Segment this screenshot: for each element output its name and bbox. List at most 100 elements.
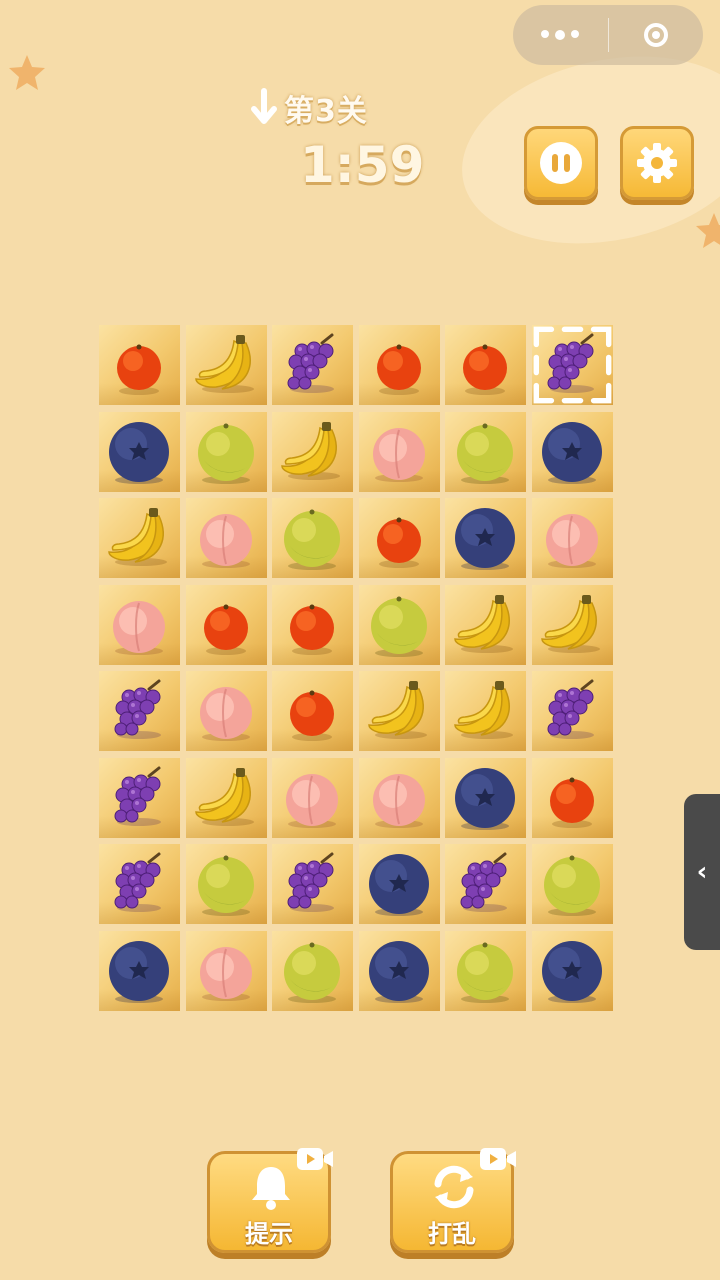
fruit-tile-peach[interactable] xyxy=(359,412,440,492)
hint-label: 提示 xyxy=(245,1220,293,1248)
orange-icon xyxy=(463,344,507,395)
fruit-tile-orange[interactable] xyxy=(359,325,440,405)
miniprogram-capsule xyxy=(513,5,703,65)
fruit-tile-orange[interactable] xyxy=(532,758,613,838)
fruit-tile-banana[interactable] xyxy=(99,498,180,578)
fruit-tile-peach[interactable] xyxy=(272,758,353,838)
fruit-tile-lime[interactable] xyxy=(186,412,267,492)
orange-icon xyxy=(377,344,421,395)
orange-icon xyxy=(290,604,334,655)
fruit-tile-grape[interactable] xyxy=(99,758,180,838)
fruit-tile-banana[interactable] xyxy=(445,585,526,665)
lime-icon xyxy=(544,855,600,916)
fruit-tile-banana[interactable] xyxy=(445,671,526,751)
fruit-tile-peach[interactable] xyxy=(99,585,180,665)
countdown-timer: 1:59 xyxy=(300,136,425,194)
blueberry-icon xyxy=(542,422,602,484)
fruit-tile-orange[interactable] xyxy=(272,671,353,751)
fruit-tile-blueberry[interactable] xyxy=(99,412,180,492)
fruit-tile-lime[interactable] xyxy=(445,412,526,492)
fruit-tile-peach[interactable] xyxy=(532,498,613,578)
fruit-tile-orange[interactable] xyxy=(272,585,353,665)
blueberry-icon xyxy=(542,941,602,1003)
fruit-tile-orange[interactable] xyxy=(445,325,526,405)
gear-icon xyxy=(637,143,677,183)
shuffle-label: 打乱 xyxy=(428,1220,476,1248)
fruit-tile-banana[interactable] xyxy=(272,412,353,492)
orange-icon xyxy=(117,344,161,395)
lime-icon xyxy=(284,942,340,1003)
banana-icon xyxy=(541,595,600,653)
grape-icon xyxy=(547,679,594,739)
fruit-tile-grape[interactable] xyxy=(445,844,526,924)
fruit-board xyxy=(99,325,613,1011)
fruit-tile-grape[interactable] xyxy=(532,671,613,751)
peach-icon xyxy=(200,947,252,1001)
fruit-tile-blueberry[interactable] xyxy=(359,844,440,924)
fruit-tile-peach[interactable] xyxy=(186,671,267,751)
grape-icon xyxy=(114,679,161,739)
banana-icon xyxy=(195,335,254,393)
fruit-tile-grape[interactable] xyxy=(532,325,613,405)
blueberry-icon xyxy=(109,941,169,1003)
orange-icon xyxy=(204,604,248,655)
level-title: 第3关 xyxy=(284,94,368,129)
more-button[interactable] xyxy=(513,5,608,65)
blueberry-icon xyxy=(369,854,429,916)
fruit-tile-banana[interactable] xyxy=(532,585,613,665)
lime-icon xyxy=(198,423,254,484)
fruit-tile-lime[interactable] xyxy=(532,844,613,924)
close-target-icon xyxy=(643,23,668,47)
settings-button[interactable] xyxy=(620,126,694,200)
fruit-tile-grape[interactable] xyxy=(99,671,180,751)
fruit-tile-banana[interactable] xyxy=(186,758,267,838)
hint-button[interactable]: 提示 xyxy=(207,1148,333,1253)
star-decoration-icon xyxy=(9,55,45,90)
chevron-left-icon: ‹ xyxy=(696,857,708,887)
fruit-tile-orange[interactable] xyxy=(186,585,267,665)
grape-icon xyxy=(114,766,161,826)
more-dots-icon xyxy=(541,30,580,40)
blueberry-icon xyxy=(369,941,429,1003)
banana-icon xyxy=(281,422,340,480)
video-ad-icon xyxy=(297,1148,333,1170)
close-miniprogram-button[interactable] xyxy=(609,5,704,65)
fruit-tile-blueberry[interactable] xyxy=(532,412,613,492)
fruit-tile-lime[interactable] xyxy=(359,585,440,665)
fruit-tile-blueberry[interactable] xyxy=(359,931,440,1011)
lime-icon xyxy=(284,509,340,570)
peach-icon xyxy=(373,774,425,828)
fruit-tile-banana[interactable] xyxy=(359,671,440,751)
fruit-tile-grape[interactable] xyxy=(272,325,353,405)
fruit-tile-orange[interactable] xyxy=(359,498,440,578)
fruit-tile-blueberry[interactable] xyxy=(99,931,180,1011)
fruit-tile-lime[interactable] xyxy=(272,498,353,578)
fruit-tile-lime[interactable] xyxy=(445,931,526,1011)
lime-icon xyxy=(457,942,513,1003)
fruit-tile-grape[interactable] xyxy=(99,844,180,924)
fruit-tile-peach[interactable] xyxy=(359,758,440,838)
fruit-tile-banana[interactable] xyxy=(186,325,267,405)
fruit-tile-blueberry[interactable] xyxy=(445,758,526,838)
blueberry-icon xyxy=(455,768,515,830)
fruit-tile-blueberry[interactable] xyxy=(445,498,526,578)
fruit-tile-lime[interactable] xyxy=(186,844,267,924)
star-decoration-icon xyxy=(696,213,720,248)
grape-icon xyxy=(114,852,161,912)
side-drawer-tab[interactable]: ‹ xyxy=(684,794,720,950)
fruit-tile-peach[interactable] xyxy=(186,498,267,578)
lime-icon xyxy=(198,855,254,916)
pause-button[interactable] xyxy=(524,126,598,200)
fruit-tile-lime[interactable] xyxy=(272,931,353,1011)
grape-icon xyxy=(460,852,507,912)
fruit-tile-peach[interactable] xyxy=(186,931,267,1011)
fruit-tile-blueberry[interactable] xyxy=(532,931,613,1011)
arrow-down-icon xyxy=(251,88,277,124)
fruit-tile-grape[interactable] xyxy=(272,844,353,924)
banana-icon xyxy=(108,508,167,566)
peach-icon xyxy=(200,514,252,568)
orange-icon xyxy=(290,690,334,741)
fruit-tile-orange[interactable] xyxy=(99,325,180,405)
banana-icon xyxy=(368,681,427,739)
shuffle-button[interactable]: 打乱 xyxy=(390,1148,516,1253)
